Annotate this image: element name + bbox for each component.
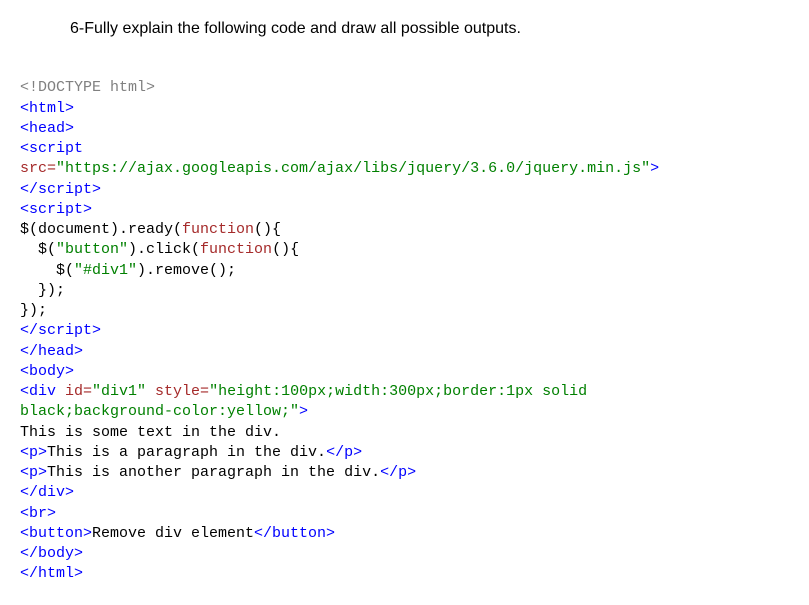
js-function1: function — [182, 221, 254, 238]
div-close: </div> — [20, 484, 74, 501]
js-str-button: "button" — [56, 241, 128, 258]
id-val: "div1" — [92, 383, 146, 400]
js-line1-c: (){ — [254, 221, 281, 238]
script-close-1: </ — [20, 181, 38, 198]
br-tag: <br> — [20, 505, 56, 522]
body-open: <body> — [20, 363, 74, 380]
head-open: <head> — [20, 120, 74, 137]
js-str-div1: "#div1" — [74, 262, 137, 279]
script2-close-3: > — [92, 322, 101, 339]
script-close-2: script — [38, 181, 92, 198]
question-text: 6-Fully explain the following code and d… — [70, 20, 789, 38]
id-attr: id= — [56, 383, 92, 400]
p1-text: This is a paragraph in the div. — [47, 444, 326, 461]
js-line2-a: $( — [20, 241, 56, 258]
html-open: <html> — [20, 100, 74, 117]
script2-close-2: script — [38, 322, 92, 339]
p2-text: This is another paragraph in the div. — [47, 464, 380, 481]
script2-open: <script> — [20, 201, 92, 218]
js-line5: }); — [20, 302, 47, 319]
script-close-3: > — [92, 181, 101, 198]
script-open: <script — [20, 140, 83, 157]
js-line4: }); — [20, 282, 65, 299]
js-line2-e: (){ — [272, 241, 299, 258]
js-line3-a: $( — [20, 262, 74, 279]
head-close: </head> — [20, 343, 83, 360]
button-open: <button> — [20, 525, 92, 542]
button-close: </button> — [254, 525, 335, 542]
p1-open: <p> — [20, 444, 47, 461]
js-line2-c: ).click( — [128, 241, 200, 258]
text-in-div: This is some text in the div. — [20, 424, 281, 441]
script2-close-1: </ — [20, 322, 38, 339]
div-open: <div — [20, 383, 56, 400]
js-line1-a: $(document).ready( — [20, 221, 182, 238]
p2-close: </p> — [380, 464, 416, 481]
html-close: </html> — [20, 565, 83, 582]
doctype: <!DOCTYPE html> — [20, 79, 155, 96]
tag-close: > — [650, 160, 659, 177]
style-val-2: black;background-color:yellow;" — [20, 403, 299, 420]
src-url: "https://ajax.googleapis.com/ajax/libs/j… — [56, 160, 650, 177]
body-close: </body> — [20, 545, 83, 562]
div-open-close: > — [299, 403, 308, 420]
js-function2: function — [200, 241, 272, 258]
src-attr: src= — [20, 160, 56, 177]
code-block: <!DOCTYPE html> <html> <head> <script sr… — [20, 58, 789, 585]
style-val-1: "height:100px;width:300px;border:1px sol… — [209, 383, 596, 400]
p1-close: </p> — [326, 444, 362, 461]
style-attr: style= — [146, 383, 209, 400]
js-line3-c: ).remove(); — [137, 262, 236, 279]
p2-open: <p> — [20, 464, 47, 481]
button-text: Remove div element — [92, 525, 254, 542]
